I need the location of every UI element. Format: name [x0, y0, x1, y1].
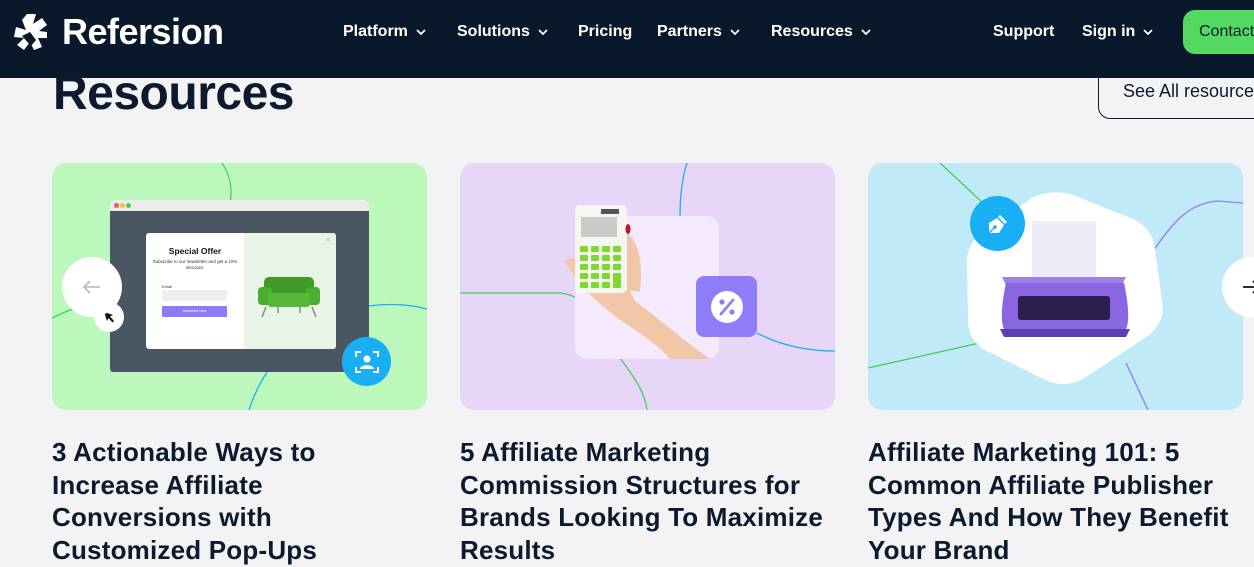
percent-icon — [696, 276, 757, 337]
brand-name: Refersion — [62, 11, 224, 52]
nav-resources[interactable]: Resources — [771, 22, 871, 42]
popup-image-panel — [244, 233, 336, 349]
sofa-icon — [258, 277, 320, 318]
popup-email-input — [162, 290, 227, 301]
window-dot-icon — [126, 203, 131, 208]
chevron-down-icon — [416, 29, 426, 35]
popup-field-label: Email — [162, 284, 173, 289]
nav-label: Resources — [771, 23, 853, 40]
resource-card[interactable]: Affiliate Marketing 101: 5 Common Affili… — [868, 163, 1243, 566]
card-image — [460, 163, 835, 410]
nav-platform[interactable]: Platform — [343, 22, 426, 42]
top-navigation: Refersion Platform Solutions Pricing Par… — [0, 0, 1254, 78]
popup-title: Special Offer — [168, 246, 222, 256]
resource-card[interactable]: 5 Affiliate Marketing Commission Structu… — [460, 163, 835, 566]
browser-titlebar — [110, 200, 369, 211]
window-dot-icon — [114, 203, 119, 208]
popup-mockup: Special Offer Subscribe to our newslette… — [146, 233, 336, 349]
window-dot-icon — [120, 203, 125, 208]
nav-label: Sign in — [1082, 23, 1136, 40]
popup-description: Subscribe to our newsletter and get a 10… — [152, 259, 238, 270]
chevron-down-icon — [538, 29, 548, 35]
browser-mockup: Special Offer Subscribe to our newslette… — [110, 200, 369, 372]
nav-support[interactable]: Support — [993, 22, 1054, 42]
user-focus-icon — [342, 337, 391, 386]
nav-sign-in[interactable]: Sign in — [1082, 22, 1153, 42]
popup-close-icon: × — [325, 237, 330, 244]
nav-label: Support — [993, 23, 1055, 40]
nav-solutions[interactable]: Solutions — [457, 22, 548, 42]
nav-label: Solutions — [457, 23, 530, 40]
card-title[interactable]: Affiliate Marketing 101: 5 Common Affili… — [868, 436, 1243, 566]
brand-logo[interactable]: Refersion — [12, 12, 224, 52]
chevron-down-icon — [730, 29, 740, 35]
arrow-right-icon — [1243, 280, 1254, 294]
nav-partners[interactable]: Partners — [657, 22, 740, 42]
nav-label: Pricing — [578, 23, 633, 40]
card-title[interactable]: 3 Actionable Ways to Increase Affiliate … — [52, 436, 427, 566]
contact-button[interactable]: Contact — [1183, 10, 1254, 54]
chevron-down-icon — [1143, 29, 1153, 35]
nav-label: Platform — [343, 23, 408, 40]
resource-card[interactable]: Special Offer Subscribe to our newslette… — [52, 163, 427, 566]
card-image — [868, 163, 1243, 410]
popup-subscribe-button: Subscribe Now — [162, 306, 227, 317]
nav-label: Partners — [657, 23, 722, 40]
nav-pricing[interactable]: Pricing — [578, 22, 632, 42]
chevron-down-icon — [861, 29, 871, 35]
calculator-hand-illustration — [565, 205, 710, 359]
refersion-logo-icon — [14, 14, 47, 50]
card-title[interactable]: 5 Affiliate Marketing Commission Structu… — [460, 436, 835, 566]
carousel-prev-button[interactable] — [62, 257, 122, 317]
arrow-left-icon — [83, 280, 100, 294]
pen-nib-icon — [970, 196, 1025, 251]
